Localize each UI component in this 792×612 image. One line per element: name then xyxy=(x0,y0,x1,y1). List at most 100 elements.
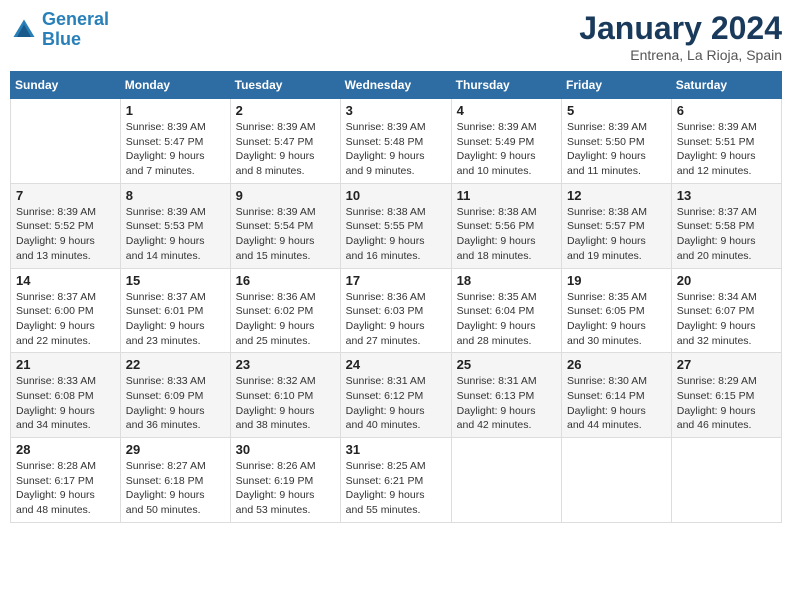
calendar-cell: 19 Sunrise: 8:35 AM Sunset: 6:05 PM Dayli… xyxy=(562,268,672,353)
day-number: 1 xyxy=(126,103,225,118)
title-block: January 2024 Entrena, La Rioja, Spain xyxy=(579,10,782,63)
day-number: 11 xyxy=(457,188,556,203)
day-number: 20 xyxy=(677,273,776,288)
day-info: Sunrise: 8:38 AM Sunset: 5:55 PM Dayligh… xyxy=(346,205,446,264)
weekday-header: Saturday xyxy=(671,72,781,99)
day-info: Sunrise: 8:39 AM Sunset: 5:47 PM Dayligh… xyxy=(236,120,335,179)
day-number: 4 xyxy=(457,103,556,118)
calendar-cell: 28 Sunrise: 8:28 AM Sunset: 6:17 PM Dayli… xyxy=(11,438,121,523)
day-number: 17 xyxy=(346,273,446,288)
day-number: 28 xyxy=(16,442,115,457)
day-number: 10 xyxy=(346,188,446,203)
calendar-week-row: 28 Sunrise: 8:28 AM Sunset: 6:17 PM Dayli… xyxy=(11,438,782,523)
day-info: Sunrise: 8:39 AM Sunset: 5:52 PM Dayligh… xyxy=(16,205,115,264)
day-info: Sunrise: 8:33 AM Sunset: 6:08 PM Dayligh… xyxy=(16,374,115,433)
calendar-cell: 1 Sunrise: 8:39 AM Sunset: 5:47 PM Daylig… xyxy=(120,99,230,184)
day-info: Sunrise: 8:25 AM Sunset: 6:21 PM Dayligh… xyxy=(346,459,446,518)
day-number: 29 xyxy=(126,442,225,457)
day-number: 15 xyxy=(126,273,225,288)
calendar-cell: 15 Sunrise: 8:37 AM Sunset: 6:01 PM Dayli… xyxy=(120,268,230,353)
calendar-cell: 30Sunrise: 8:26 AM Sunset: 6:19 PM Dayli… xyxy=(230,438,340,523)
day-number: 25 xyxy=(457,357,556,372)
day-number: 23 xyxy=(236,357,335,372)
day-info: Sunrise: 8:27 AM Sunset: 6:18 PM Dayligh… xyxy=(126,459,225,518)
day-number: 5 xyxy=(567,103,666,118)
calendar-cell: 10 Sunrise: 8:38 AM Sunset: 5:55 PM Dayli… xyxy=(340,183,451,268)
day-number: 31 xyxy=(346,442,446,457)
weekday-header: Sunday xyxy=(11,72,121,99)
day-info: Sunrise: 8:38 AM Sunset: 5:56 PM Dayligh… xyxy=(457,205,556,264)
calendar-cell: 5 Sunrise: 8:39 AM Sunset: 5:50 PM Daylig… xyxy=(562,99,672,184)
calendar-cell: 14 Sunrise: 8:37 AM Sunset: 6:00 PM Dayli… xyxy=(11,268,121,353)
calendar-cell: 4 Sunrise: 8:39 AM Sunset: 5:49 PM Daylig… xyxy=(451,99,561,184)
day-number: 21 xyxy=(16,357,115,372)
day-info: Sunrise: 8:37 AM Sunset: 6:00 PM Dayligh… xyxy=(16,290,115,349)
day-info: Sunrise: 8:34 AM Sunset: 6:07 PM Dayligh… xyxy=(677,290,776,349)
calendar-cell: 13Sunrise: 8:37 AM Sunset: 5:58 PM Dayli… xyxy=(671,183,781,268)
calendar-week-row: 14 Sunrise: 8:37 AM Sunset: 6:00 PM Dayli… xyxy=(11,268,782,353)
page-header: General Blue January 2024 Entrena, La Ri… xyxy=(10,10,782,63)
calendar-week-row: 7 Sunrise: 8:39 AM Sunset: 5:52 PM Daylig… xyxy=(11,183,782,268)
day-info: Sunrise: 8:30 AM Sunset: 6:14 PM Dayligh… xyxy=(567,374,666,433)
day-info: Sunrise: 8:39 AM Sunset: 5:50 PM Dayligh… xyxy=(567,120,666,179)
weekday-header: Tuesday xyxy=(230,72,340,99)
calendar-cell: 27Sunrise: 8:29 AM Sunset: 6:15 PM Dayli… xyxy=(671,353,781,438)
logo: General Blue xyxy=(10,10,109,50)
calendar-cell: 22 Sunrise: 8:33 AM Sunset: 6:09 PM Dayli… xyxy=(120,353,230,438)
calendar-cell: 11 Sunrise: 8:38 AM Sunset: 5:56 PM Dayli… xyxy=(451,183,561,268)
calendar-cell: 18 Sunrise: 8:35 AM Sunset: 6:04 PM Dayli… xyxy=(451,268,561,353)
logo-line1: General xyxy=(42,9,109,29)
calendar-week-row: 21 Sunrise: 8:33 AM Sunset: 6:08 PM Dayli… xyxy=(11,353,782,438)
day-info: Sunrise: 8:39 AM Sunset: 5:54 PM Dayligh… xyxy=(236,205,335,264)
day-info: Sunrise: 8:39 AM Sunset: 5:47 PM Dayligh… xyxy=(126,120,225,179)
day-info: Sunrise: 8:31 AM Sunset: 6:12 PM Dayligh… xyxy=(346,374,446,433)
calendar-table: SundayMondayTuesdayWednesdayThursdayFrid… xyxy=(10,71,782,523)
logo-text: General Blue xyxy=(42,10,109,50)
day-info: Sunrise: 8:28 AM Sunset: 6:17 PM Dayligh… xyxy=(16,459,115,518)
day-info: Sunrise: 8:33 AM Sunset: 6:09 PM Dayligh… xyxy=(126,374,225,433)
calendar-cell: 7 Sunrise: 8:39 AM Sunset: 5:52 PM Daylig… xyxy=(11,183,121,268)
calendar-cell: 3Sunrise: 8:39 AM Sunset: 5:48 PM Daylig… xyxy=(340,99,451,184)
weekday-header: Wednesday xyxy=(340,72,451,99)
calendar-cell: 2 Sunrise: 8:39 AM Sunset: 5:47 PM Daylig… xyxy=(230,99,340,184)
day-info: Sunrise: 8:39 AM Sunset: 5:51 PM Dayligh… xyxy=(677,120,776,179)
day-number: 9 xyxy=(236,188,335,203)
day-number: 27 xyxy=(677,357,776,372)
calendar-cell: 23 Sunrise: 8:32 AM Sunset: 6:10 PM Dayli… xyxy=(230,353,340,438)
day-number: 18 xyxy=(457,273,556,288)
calendar-cell xyxy=(11,99,121,184)
calendar-cell: 25 Sunrise: 8:31 AM Sunset: 6:13 PM Dayli… xyxy=(451,353,561,438)
day-info: Sunrise: 8:35 AM Sunset: 6:05 PM Dayligh… xyxy=(567,290,666,349)
calendar-subtitle: Entrena, La Rioja, Spain xyxy=(579,47,782,63)
day-number: 26 xyxy=(567,357,666,372)
day-number: 13 xyxy=(677,188,776,203)
day-info: Sunrise: 8:39 AM Sunset: 5:48 PM Dayligh… xyxy=(346,120,446,179)
day-info: Sunrise: 8:37 AM Sunset: 6:01 PM Dayligh… xyxy=(126,290,225,349)
day-info: Sunrise: 8:39 AM Sunset: 5:53 PM Dayligh… xyxy=(126,205,225,264)
day-info: Sunrise: 8:35 AM Sunset: 6:04 PM Dayligh… xyxy=(457,290,556,349)
calendar-cell: 26 Sunrise: 8:30 AM Sunset: 6:14 PM Dayli… xyxy=(562,353,672,438)
day-info: Sunrise: 8:31 AM Sunset: 6:13 PM Dayligh… xyxy=(457,374,556,433)
calendar-cell: 29 Sunrise: 8:27 AM Sunset: 6:18 PM Dayli… xyxy=(120,438,230,523)
day-info: Sunrise: 8:36 AM Sunset: 6:03 PM Dayligh… xyxy=(346,290,446,349)
calendar-cell: 6Sunrise: 8:39 AM Sunset: 5:51 PM Daylig… xyxy=(671,99,781,184)
day-info: Sunrise: 8:26 AM Sunset: 6:19 PM Dayligh… xyxy=(236,459,335,518)
day-number: 12 xyxy=(567,188,666,203)
calendar-cell xyxy=(451,438,561,523)
calendar-cell: 17 Sunrise: 8:36 AM Sunset: 6:03 PM Dayli… xyxy=(340,268,451,353)
calendar-cell xyxy=(671,438,781,523)
logo-line2: Blue xyxy=(42,29,81,49)
day-number: 24 xyxy=(346,357,446,372)
day-info: Sunrise: 8:32 AM Sunset: 6:10 PM Dayligh… xyxy=(236,374,335,433)
day-number: 22 xyxy=(126,357,225,372)
weekday-header: Thursday xyxy=(451,72,561,99)
weekday-header: Monday xyxy=(120,72,230,99)
calendar-cell: 9 Sunrise: 8:39 AM Sunset: 5:54 PM Daylig… xyxy=(230,183,340,268)
day-number: 14 xyxy=(16,273,115,288)
day-number: 2 xyxy=(236,103,335,118)
day-number: 19 xyxy=(567,273,666,288)
calendar-cell: 31 Sunrise: 8:25 AM Sunset: 6:21 PM Dayli… xyxy=(340,438,451,523)
calendar-title: January 2024 xyxy=(579,10,782,47)
day-info: Sunrise: 8:39 AM Sunset: 5:49 PM Dayligh… xyxy=(457,120,556,179)
day-number: 7 xyxy=(16,188,115,203)
